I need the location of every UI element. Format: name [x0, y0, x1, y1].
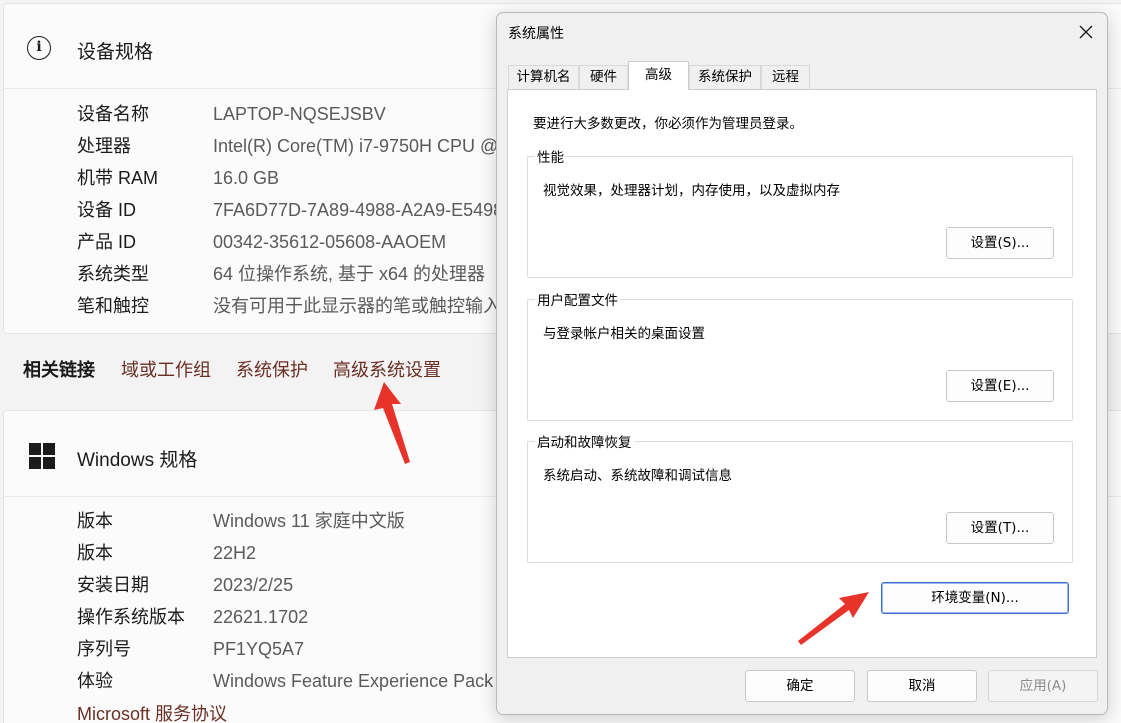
spec-label: 系统类型 — [77, 264, 149, 284]
windows-logo-icon — [29, 443, 55, 469]
group-description: 系统启动、系统故障和调试信息 — [543, 468, 732, 484]
system-properties-dialog: 系统属性 计算机名 硬件 高级 系统保护 远程 要进行大多数更改，你必须作为管理… — [496, 12, 1108, 715]
info-icon: i — [27, 36, 51, 60]
spec-value: 2023/2/25 — [213, 575, 294, 595]
windows-specs-title: Windows 规格 — [77, 450, 198, 471]
tab-hardware[interactable]: 硬件 — [579, 65, 628, 89]
admin-note: 要进行大多数更改，你必须作为管理员登录。 — [533, 116, 803, 132]
spec-label: 处理器 — [77, 136, 131, 156]
group-legend: 性能 — [535, 146, 566, 166]
spec-value: 16.0 GB — [213, 168, 280, 188]
link-advanced-system-settings[interactable]: 高级系统设置 — [333, 356, 441, 382]
tab-remote[interactable]: 远程 — [761, 65, 810, 89]
spec-label: 序列号 — [77, 639, 131, 659]
close-button[interactable] — [1073, 19, 1099, 45]
tab-system-protection[interactable]: 系统保护 — [689, 65, 761, 89]
performance-settings-button[interactable]: 设置(S)... — [946, 227, 1054, 259]
tab-advanced[interactable]: 高级 — [628, 61, 689, 90]
group-description: 与登录帐户相关的桌面设置 — [543, 326, 705, 342]
link-microsoft-services-agreement[interactable]: Microsoft 服务协议 — [77, 700, 227, 723]
spec-label: 设备 ID — [77, 200, 137, 220]
spec-value: 00342-35612-05608-AAOEM — [213, 232, 447, 252]
environment-variables-button[interactable]: 环境变量(N)... — [881, 582, 1069, 614]
spec-value: 64 位操作系统, 基于 x64 的处理器 — [213, 264, 486, 284]
spec-value: Windows Feature Experience Pack 100 — [213, 671, 529, 691]
dialog-title: 系统属性 — [508, 26, 564, 42]
group-description: 视觉效果，处理器计划，内存使用，以及虚拟内存 — [543, 183, 840, 199]
spec-value: LAPTOP-NQSEJSBV — [213, 104, 386, 124]
ok-button[interactable]: 确定 — [745, 670, 855, 702]
spec-value: 7FA6D77D-7A89-4988-A2A9-E5498B — [213, 200, 516, 220]
spec-label: 设备名称 — [77, 104, 149, 124]
advanced-tab-panel: 要进行大多数更改，你必须作为管理员登录。 性能 视觉效果，处理器计划，内存使用，… — [507, 89, 1097, 658]
startup-recovery-group: 启动和故障恢复 系统启动、系统故障和调试信息 设置(T)... — [527, 431, 1073, 563]
spec-label: 体验 — [77, 671, 113, 691]
spec-value: 22H2 — [213, 543, 257, 563]
startup-recovery-settings-button[interactable]: 设置(T)... — [946, 512, 1054, 544]
spec-value: 没有可用于此显示器的笔或触控输入 — [213, 296, 501, 316]
tab-computer-name[interactable]: 计算机名 — [508, 65, 579, 89]
device-specs-title: 设备规格 — [77, 42, 154, 63]
user-profiles-group: 用户配置文件 与登录帐户相关的桌面设置 设置(E)... — [527, 289, 1073, 421]
related-links-title: 相关链接 — [23, 360, 95, 380]
spec-label: 版本 — [77, 543, 113, 563]
user-profiles-settings-button[interactable]: 设置(E)... — [946, 370, 1054, 402]
spec-label: 安装日期 — [77, 575, 149, 595]
spec-label: 版本 — [77, 511, 113, 531]
close-icon — [1079, 25, 1093, 39]
spec-value: Intel(R) Core(TM) i7-9750H CPU @ 2. — [213, 136, 519, 156]
group-legend: 启动和故障恢复 — [535, 431, 634, 451]
spec-label: 笔和触控 — [77, 296, 149, 316]
link-domain-workgroup[interactable]: 域或工作组 — [121, 356, 211, 382]
performance-group: 性能 视觉效果，处理器计划，内存使用，以及虚拟内存 设置(S)... — [527, 146, 1073, 278]
spec-value: Windows 11 家庭中文版 — [213, 511, 405, 531]
link-system-protection[interactable]: 系统保护 — [236, 356, 308, 382]
spec-label: 操作系统版本 — [77, 607, 185, 627]
apply-button: 应用(A) — [988, 670, 1098, 702]
spec-label: 产品 ID — [77, 232, 137, 252]
spec-value: PF1YQ5A7 — [213, 639, 305, 659]
cancel-button[interactable]: 取消 — [867, 670, 977, 702]
spec-label: 机带 RAM — [77, 168, 158, 188]
group-legend: 用户配置文件 — [535, 289, 620, 309]
spec-value: 22621.1702 — [213, 607, 309, 627]
